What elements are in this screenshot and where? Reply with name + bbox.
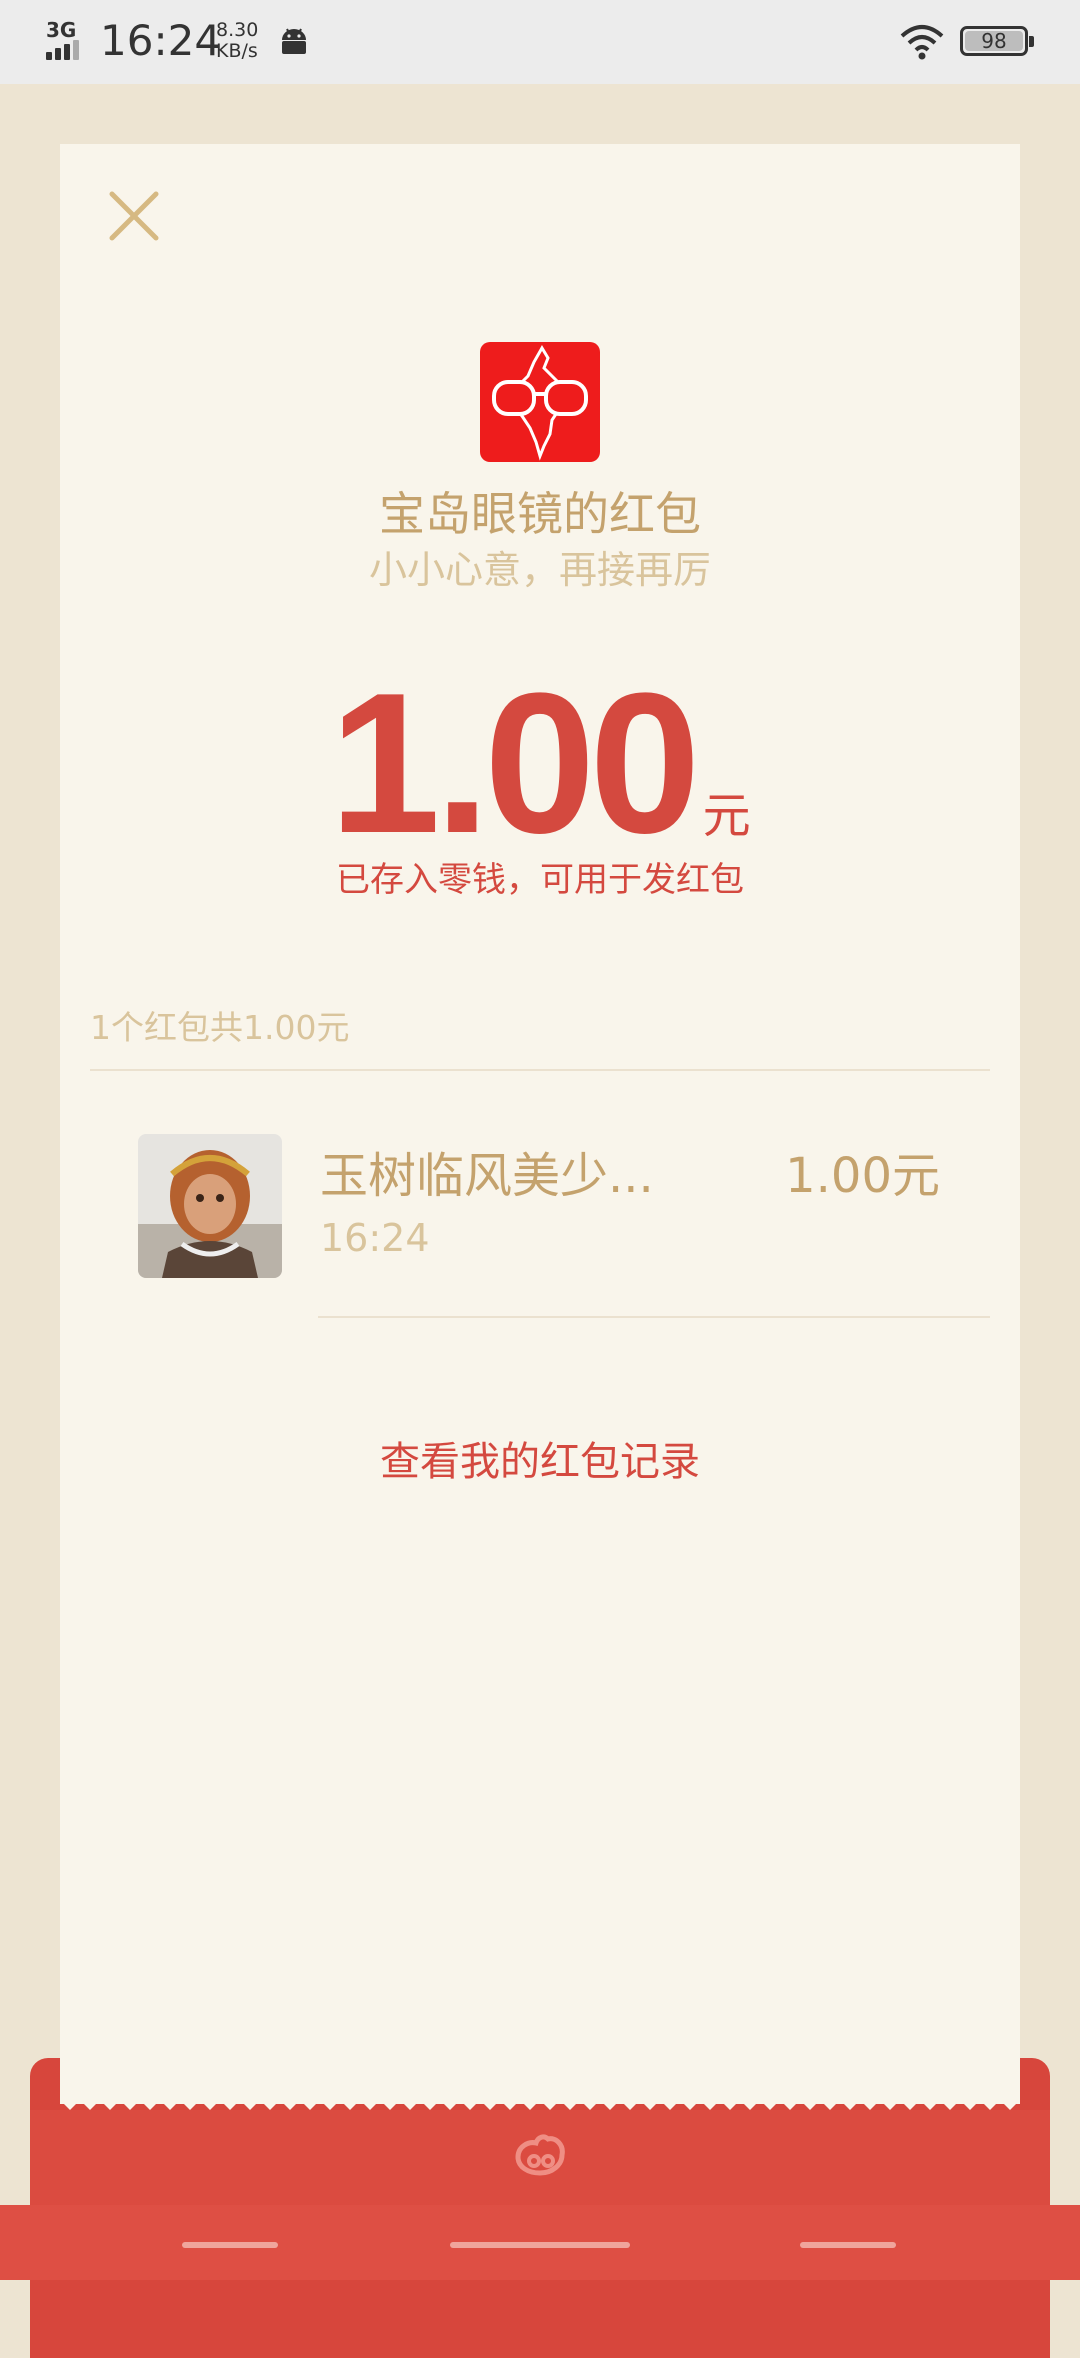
received-amount: 1.00 元: [60, 664, 1020, 864]
nav-back-gesture[interactable]: [182, 2242, 278, 2248]
envelope-cloud-logo-icon: [515, 2134, 565, 2176]
wifi-icon: [900, 25, 944, 60]
record-divider: [318, 1316, 990, 1318]
battery-level: 98: [981, 29, 1007, 53]
status-time: 16:24: [100, 16, 222, 65]
network-speed-unit: KB/s: [216, 40, 258, 62]
network-type: 3G: [46, 18, 77, 42]
wish-message: 小小心意，再接再厉: [368, 548, 711, 592]
red-packet-detail-card: 宝岛眼镜的红包 小小心意，再接再厉 1.00 元 已存入零钱，可用于发红包 1个红…: [60, 144, 1020, 2104]
network-speed-value: 8.30: [216, 19, 259, 41]
record-time: 16:24: [320, 1216, 430, 1260]
view-history-link[interactable]: 查看我的红包记录: [60, 1434, 1020, 1490]
card-zigzag-edge: [60, 2100, 1020, 2110]
cellular-signal-icon: 3G: [44, 20, 90, 62]
close-icon[interactable]: [102, 184, 166, 248]
status-bar: 3G 16:24 8.30 KB/s 98: [0, 0, 1080, 84]
summary-divider: [90, 1069, 990, 1071]
record-sender-name: 玉树临风美少...: [320, 1148, 654, 1204]
network-speed: 8.30 KB/s: [216, 20, 258, 62]
nav-home-gesture[interactable]: [450, 2242, 630, 2248]
amount-value: 1.00: [329, 652, 700, 875]
amount-unit: 元: [702, 788, 751, 844]
avatar[interactable]: [138, 1134, 282, 1278]
battery-indicator: 98: [960, 26, 1034, 56]
android-icon: [282, 28, 306, 54]
deposit-note[interactable]: 已存入零钱，可用于发红包: [60, 856, 1020, 904]
nav-recent-gesture[interactable]: [800, 2242, 896, 2248]
sender-logo: [480, 342, 600, 462]
sender-title: 宝岛眼镜的红包: [379, 487, 701, 541]
packet-summary: 1个红包共1.00元: [90, 1008, 350, 1047]
record-amount: 1.00元: [785, 1148, 940, 1204]
